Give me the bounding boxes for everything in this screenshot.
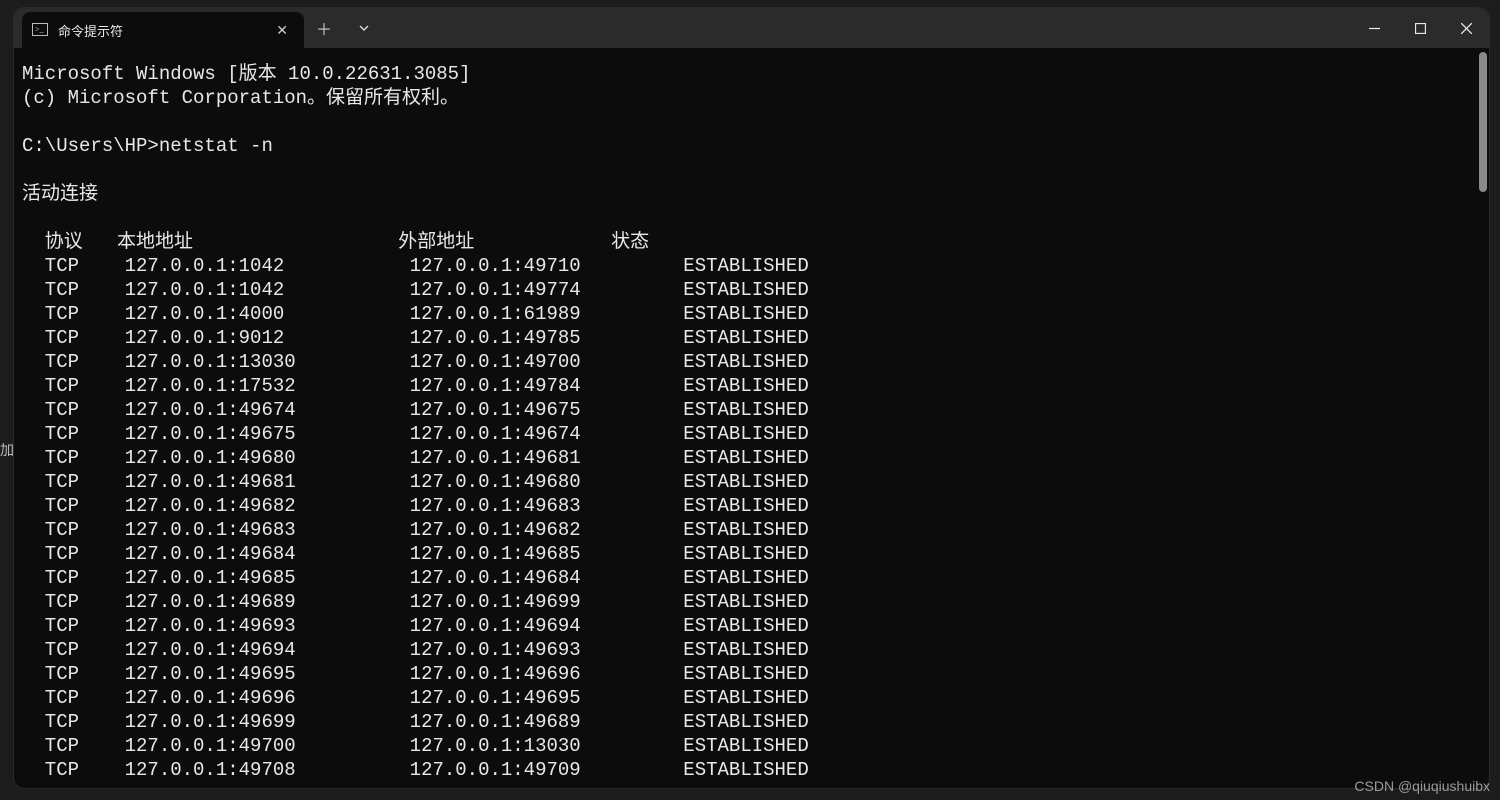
tab-dropdown-button[interactable]	[344, 8, 384, 48]
maximize-button[interactable]	[1397, 8, 1443, 48]
terminal-output[interactable]: Microsoft Windows [版本 10.0.22631.3085] (…	[14, 48, 1489, 788]
tab-close-button[interactable]: ✕	[272, 19, 292, 41]
new-tab-button[interactable]: ＋	[304, 8, 344, 48]
tab-command-prompt[interactable]: >_ 命令提示符 ✕	[22, 12, 304, 48]
svg-text:>_: >_	[35, 25, 45, 34]
titlebar[interactable]: >_ 命令提示符 ✕ ＋	[14, 8, 1489, 48]
tab-title: 命令提示符	[58, 21, 262, 40]
window-controls	[1351, 8, 1489, 48]
cmd-icon: >_	[32, 22, 48, 38]
minimize-button[interactable]	[1351, 8, 1397, 48]
background-text: 加	[0, 440, 14, 460]
close-button[interactable]	[1443, 8, 1489, 48]
scrollbar-thumb[interactable]	[1479, 52, 1487, 192]
watermark: CSDN @qiuqiushuibx	[1354, 778, 1490, 794]
terminal-window: >_ 命令提示符 ✕ ＋ Microsoft Windows [版本 10.0.…	[14, 8, 1489, 788]
